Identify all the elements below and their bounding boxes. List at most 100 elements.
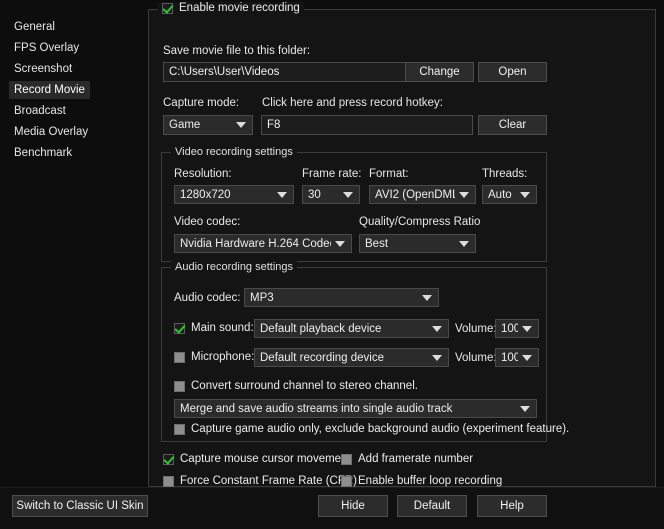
microphone-checkbox[interactable]: Microphone: xyxy=(174,351,254,363)
microphone-volume-label: Volume: xyxy=(455,352,497,364)
capture-mode-label: Capture mode: xyxy=(163,97,240,109)
audio-recording-settings-group: Audio recording settings Audio codec: MP… xyxy=(161,261,569,442)
sidebar-item-screenshot[interactable]: Screenshot xyxy=(9,60,77,78)
force-cfr-label: Force Constant Frame Rate (CFR) xyxy=(180,475,358,487)
save-folder-input[interactable]: C:\Users\User\Videos xyxy=(163,62,408,82)
sidebar-row: Media Overlay xyxy=(0,123,140,144)
capture-mode-value: Game xyxy=(169,119,201,131)
sidebar-nav: General FPS Overlay Screenshot Record Mo… xyxy=(0,18,140,165)
frame-rate-select[interactable]: 30 xyxy=(302,185,360,204)
enable-buffer-loop-checkbox[interactable]: Enable buffer loop recording xyxy=(341,475,502,487)
chevron-down-icon xyxy=(455,235,473,252)
sidebar-item-general[interactable]: General xyxy=(9,18,60,36)
resolution-select[interactable]: 1280x720 xyxy=(174,185,294,204)
audio-codec-label: Audio codec: xyxy=(174,292,241,304)
chevron-down-icon xyxy=(516,400,534,417)
open-button[interactable]: Open xyxy=(478,62,547,82)
sidebar-row: General xyxy=(0,18,140,39)
microphone-device-value: Default recording device xyxy=(260,351,385,364)
main-sound-volume-value: 100 xyxy=(501,322,518,335)
hide-button[interactable]: Hide xyxy=(318,495,388,517)
capture-game-audio-only-checkbox[interactable]: Capture game audio only, exclude backgro… xyxy=(174,423,569,435)
main-sound-volume-label: Volume: xyxy=(455,323,497,335)
help-button[interactable]: Help xyxy=(477,495,547,517)
sidebar-item-record-movie[interactable]: Record Movie xyxy=(9,81,90,99)
change-button[interactable]: Change xyxy=(405,62,474,82)
chevron-down-icon xyxy=(455,186,473,203)
quality-ratio-value: Best xyxy=(365,237,389,250)
default-button[interactable]: Default xyxy=(397,495,467,517)
microphone-label: Microphone: xyxy=(191,351,255,363)
sidebar-item-benchmark[interactable]: Benchmark xyxy=(9,144,77,162)
video-codec-value: Nvidia Hardware H.264 Codec xyxy=(180,237,331,250)
capture-game-audio-only-label: Capture game audio only, exclude backgro… xyxy=(191,423,570,435)
save-folder-label: Save movie file to this folder: xyxy=(163,45,311,57)
video-codec-label: Video codec: xyxy=(174,216,241,228)
chevron-down-icon xyxy=(418,289,436,306)
format-select[interactable]: AVI2 (OpenDML) xyxy=(369,185,476,204)
checkbox-box-unchecked xyxy=(174,351,185,363)
checkbox-box-unchecked xyxy=(341,453,352,465)
clear-hotkey-button[interactable]: Clear xyxy=(478,115,547,135)
convert-surround-label: Convert surround channel to stereo chann… xyxy=(191,380,418,392)
video-recording-settings-legend: Video recording settings xyxy=(171,146,297,158)
microphone-volume-value: 100 xyxy=(501,351,518,364)
enable-movie-recording-label: Enable movie recording xyxy=(179,2,300,14)
format-value: AVI2 (OpenDML) xyxy=(375,188,455,201)
record-hotkey-input[interactable]: F8 xyxy=(261,115,473,135)
footer-bar: Switch to Classic UI Skin Hide Default H… xyxy=(0,487,664,529)
hotkey-label: Click here and press record hotkey: xyxy=(262,97,443,109)
frame-rate-label: Frame rate: xyxy=(302,168,362,180)
sidebar-item-media-overlay[interactable]: Media Overlay xyxy=(9,123,93,141)
threads-label: Threads: xyxy=(482,168,528,180)
capture-mode-select[interactable]: Game xyxy=(163,115,253,135)
resolution-value: 1280x720 xyxy=(180,188,231,201)
video-recording-settings-group: Video recording settings Resolution: 128… xyxy=(161,146,547,262)
switch-classic-ui-skin-button[interactable]: Switch to Classic UI Skin xyxy=(12,495,148,517)
footer-divider xyxy=(0,487,664,488)
main-sound-checkbox[interactable]: Main sound: xyxy=(174,322,254,334)
sidebar-item-fps-overlay[interactable]: FPS Overlay xyxy=(9,39,84,57)
audio-recording-settings-legend: Audio recording settings xyxy=(171,261,298,273)
microphone-volume-select[interactable]: 100 xyxy=(495,348,539,367)
force-cfr-checkbox[interactable]: Force Constant Frame Rate (CFR) xyxy=(163,475,357,487)
merge-audio-tracks-value: Merge and save audio streams into single… xyxy=(180,402,453,415)
chevron-down-icon xyxy=(516,186,534,203)
frame-rate-value: 30 xyxy=(308,188,321,201)
enable-movie-recording-checkbox[interactable]: Enable movie recording xyxy=(158,2,304,14)
audio-codec-select[interactable]: MP3 xyxy=(244,288,439,307)
chevron-down-icon xyxy=(339,186,357,203)
sidebar-item-broadcast[interactable]: Broadcast xyxy=(9,102,71,120)
threads-value: Auto xyxy=(488,188,512,201)
capture-mouse-cursor-checkbox[interactable]: Capture mouse cursor movement xyxy=(163,453,351,465)
chevron-down-icon xyxy=(428,349,446,366)
main-sound-device-select[interactable]: Default playback device xyxy=(254,319,449,338)
checkbox-box-checked xyxy=(163,453,174,465)
convert-surround-checkbox[interactable]: Convert surround channel to stereo chann… xyxy=(174,380,418,392)
add-framerate-number-label: Add framerate number xyxy=(358,453,474,465)
merge-audio-tracks-select[interactable]: Merge and save audio streams into single… xyxy=(174,399,537,418)
main-sound-label: Main sound: xyxy=(191,322,254,334)
chevron-down-icon xyxy=(331,235,349,252)
sidebar-row: Broadcast xyxy=(0,102,140,123)
quality-ratio-label: Quality/Compress Ratio xyxy=(359,216,481,228)
main-sound-volume-select[interactable]: 100 xyxy=(495,319,539,338)
record-movie-panel: Enable movie recording Save movie file t… xyxy=(148,2,656,487)
resolution-label: Resolution: xyxy=(174,168,232,180)
sidebar-row: FPS Overlay xyxy=(0,39,140,60)
app-window: General FPS Overlay Screenshot Record Mo… xyxy=(0,0,664,529)
checkbox-box-checked xyxy=(162,2,173,14)
format-label: Format: xyxy=(369,168,409,180)
chevron-down-icon xyxy=(232,116,250,134)
quality-ratio-select[interactable]: Best xyxy=(359,234,476,253)
video-codec-select[interactable]: Nvidia Hardware H.264 Codec xyxy=(174,234,352,253)
checkbox-box-unchecked xyxy=(341,475,352,487)
checkbox-box-unchecked xyxy=(174,380,185,392)
threads-select[interactable]: Auto xyxy=(482,185,537,204)
checkbox-box-unchecked xyxy=(174,423,185,435)
sidebar-row: Screenshot xyxy=(0,60,140,81)
enable-buffer-loop-label: Enable buffer loop recording xyxy=(358,475,503,487)
sidebar-row: Benchmark xyxy=(0,144,140,165)
microphone-device-select[interactable]: Default recording device xyxy=(254,348,449,367)
add-framerate-number-checkbox[interactable]: Add framerate number xyxy=(341,453,473,465)
